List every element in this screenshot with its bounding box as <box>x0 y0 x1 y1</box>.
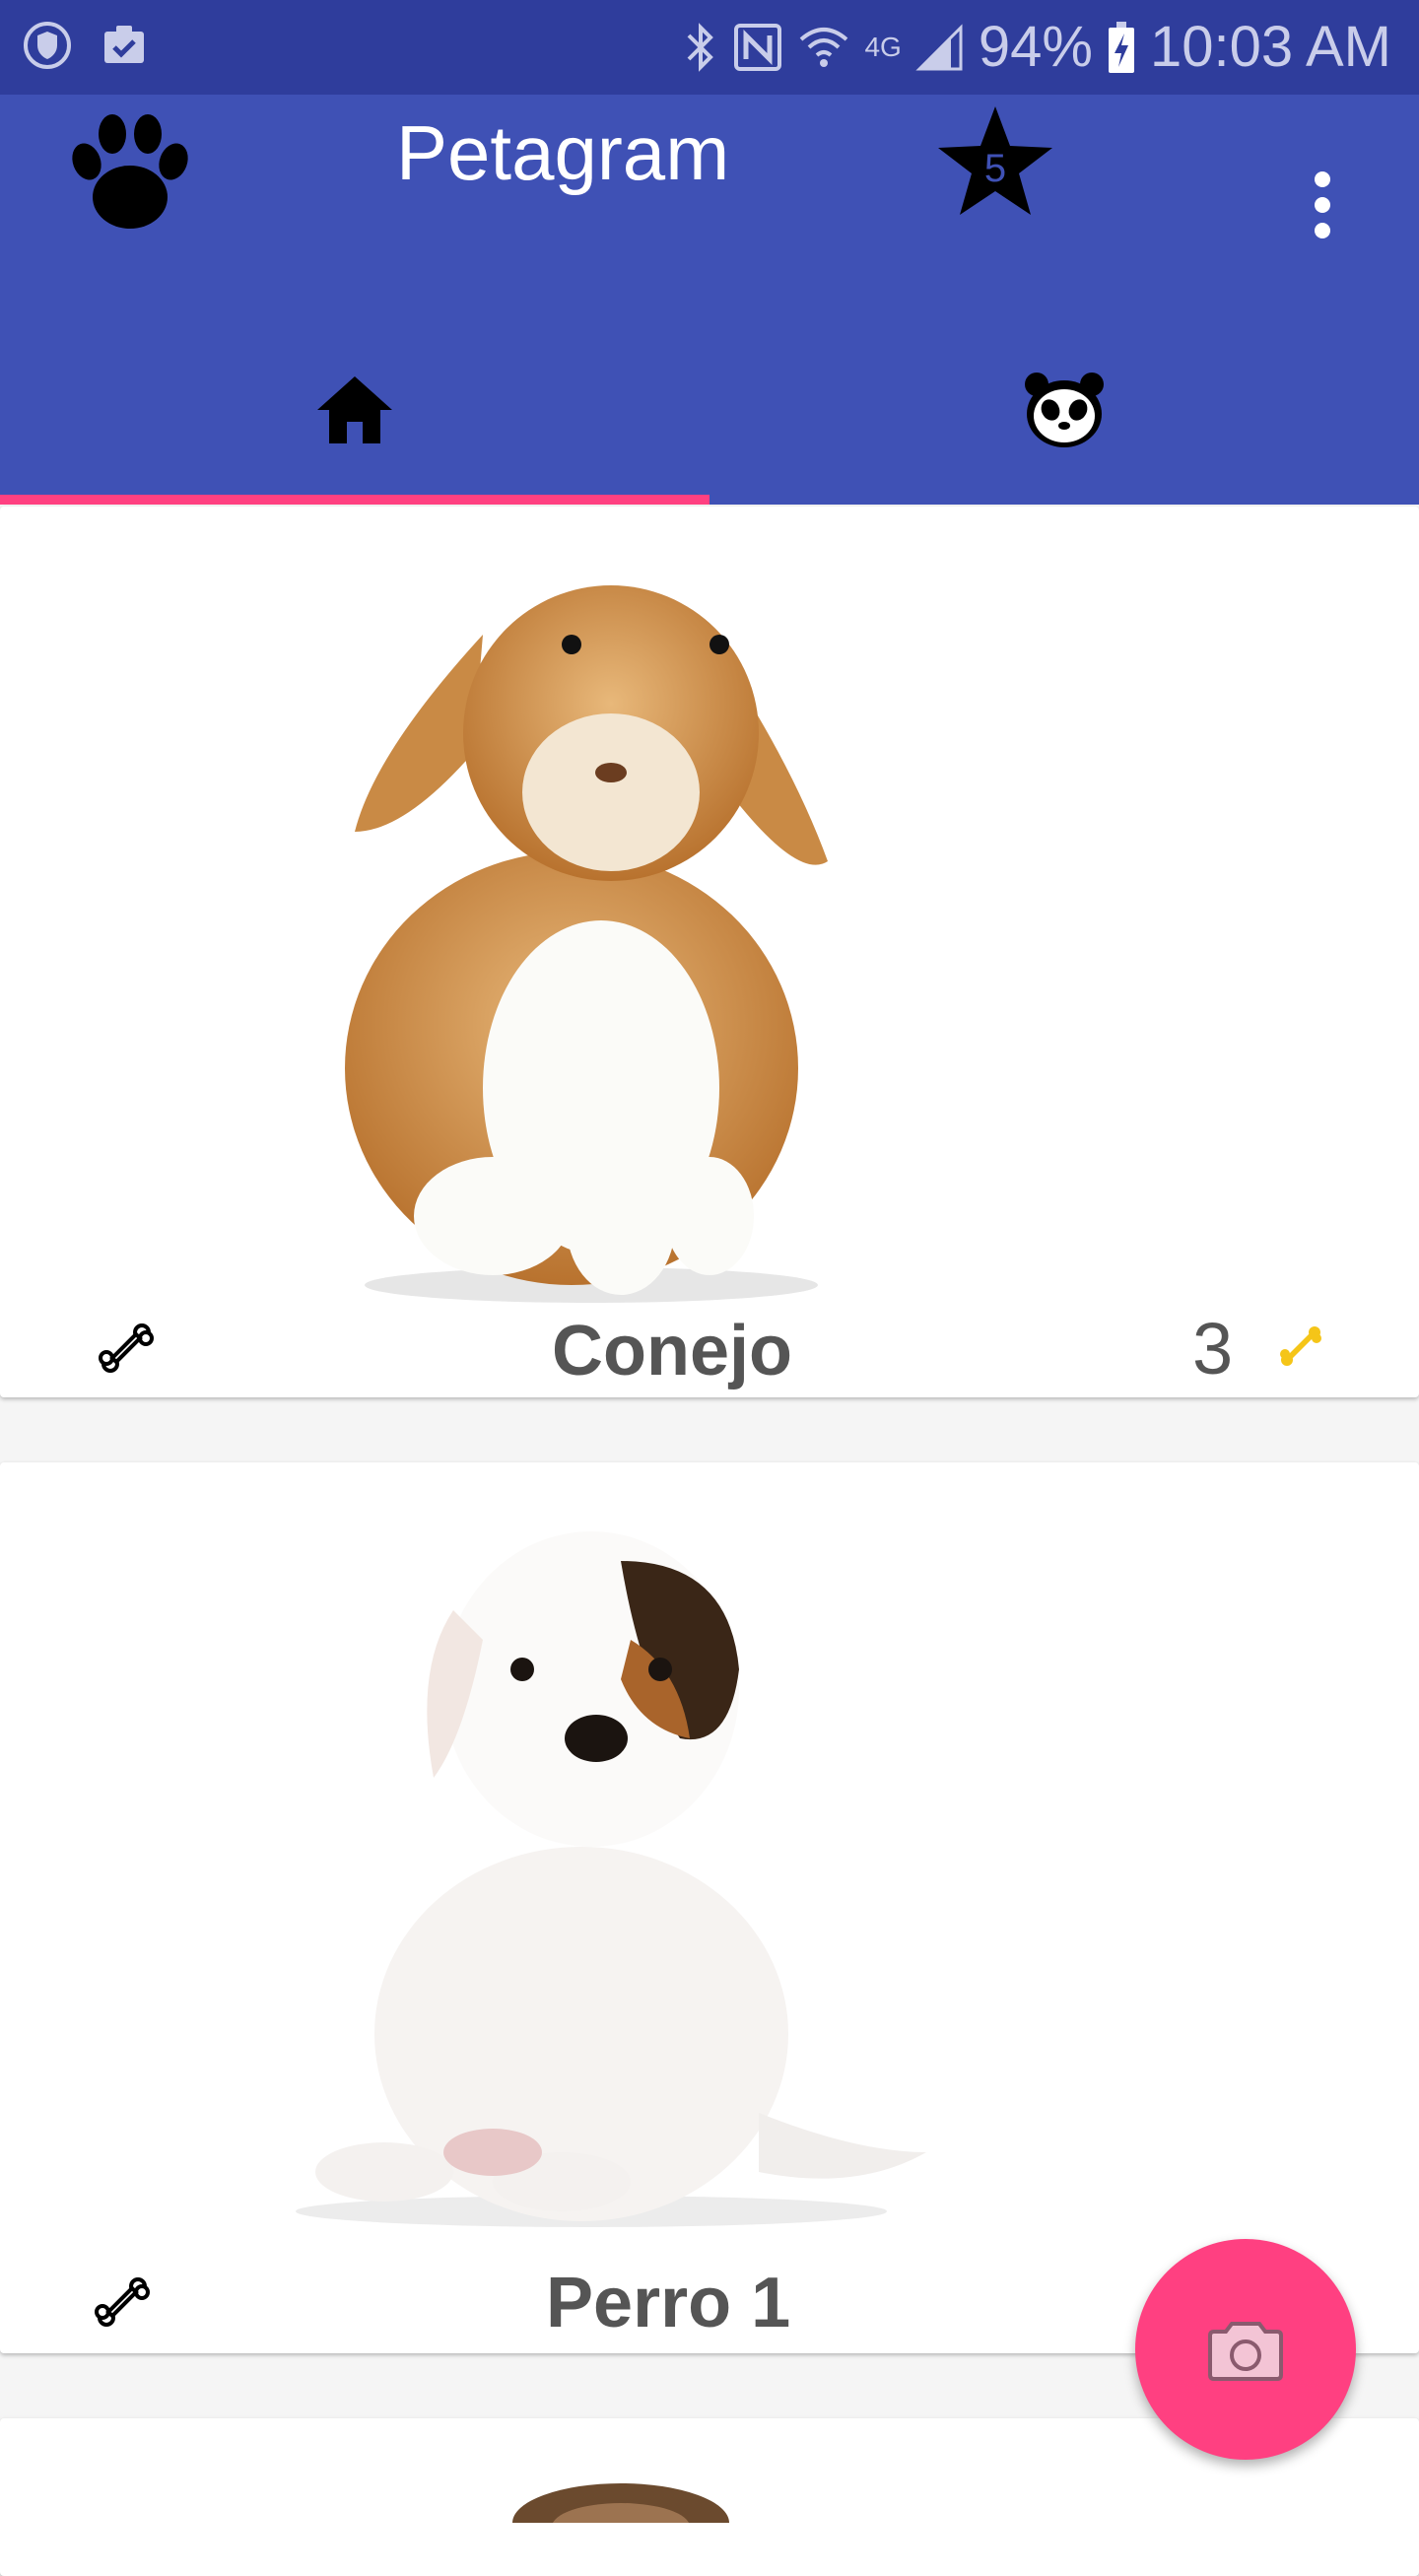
bone-outline-icon[interactable] <box>95 2274 150 2335</box>
pet-name: Conejo <box>552 1312 792 1390</box>
tab-home[interactable] <box>0 315 710 505</box>
signal-icon <box>915 22 965 73</box>
rabbit-image <box>345 585 828 1303</box>
pet-card[interactable]: Conejo 3 <box>0 507 1419 1397</box>
clock-time: 10:03 AM <box>1149 15 1391 79</box>
app-bar: Petagram 5 <box>0 95 1419 315</box>
nfc-icon <box>732 22 783 73</box>
tab-profile[interactable] <box>710 315 1419 505</box>
clipboard-check-icon <box>99 20 150 71</box>
wifi-icon <box>797 22 850 73</box>
star-icon: 5 <box>938 106 1052 215</box>
app-title: Petagram <box>396 109 730 196</box>
status-bar: 4G 94% 10:03 AM <box>0 0 1419 95</box>
bone-like-icon <box>1279 1324 1322 1373</box>
tab-indicator <box>0 495 710 505</box>
network-type-label: 4G <box>864 31 902 62</box>
bluetooth-icon <box>683 20 718 75</box>
tab-bar <box>0 315 1419 505</box>
more-vert-icon <box>1315 171 1330 238</box>
pet-card[interactable]: Perro 1 <box>0 1462 1419 2353</box>
puppy-image <box>296 1531 926 2227</box>
home-icon <box>317 376 392 443</box>
bone-outline-icon[interactable] <box>99 1321 154 1381</box>
shield-icon <box>22 20 73 71</box>
star-badge-count: 5 <box>984 147 1006 190</box>
camera-fab[interactable] <box>1135 2239 1356 2460</box>
panda-icon <box>1025 373 1104 447</box>
pet-name: Perro 1 <box>546 2264 791 2342</box>
battery-percent: 94% <box>978 15 1093 79</box>
pet-image-partial <box>512 2483 729 2523</box>
battery-charging-icon <box>1107 20 1136 75</box>
overflow-menu-button[interactable] <box>1311 169 1334 245</box>
camera-icon <box>1208 2322 1283 2381</box>
paw-icon <box>61 101 199 243</box>
favorites-star-button[interactable]: 5 <box>934 102 1056 226</box>
like-count: 3 <box>1192 1308 1234 1390</box>
